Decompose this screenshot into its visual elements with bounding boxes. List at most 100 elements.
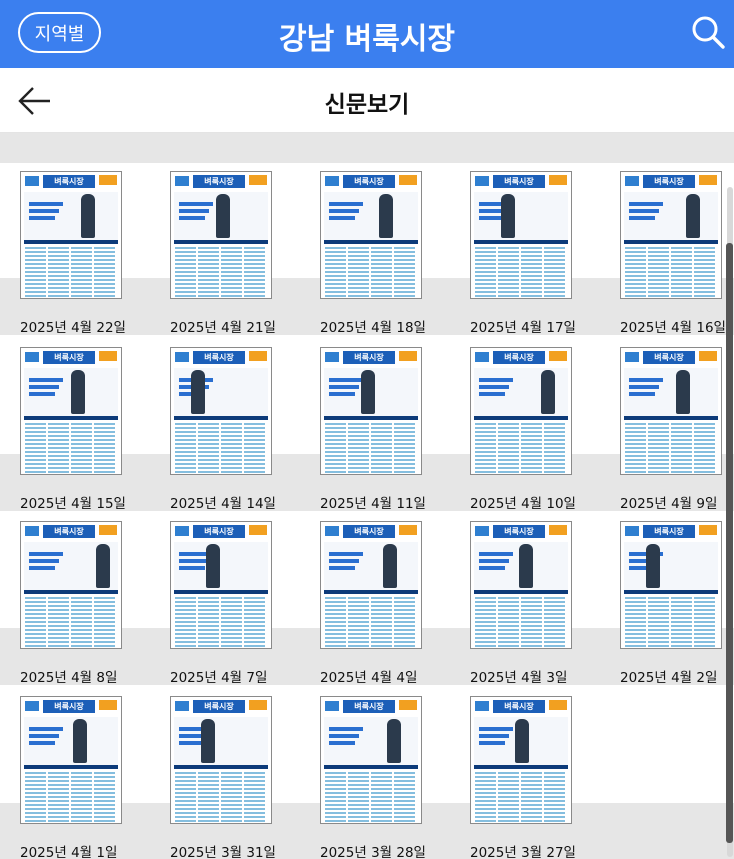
newspaper-item[interactable]: 벼룩시장 2025년 4월 16일 [600,171,734,341]
newspaper-thumbnail[interactable]: 벼룩시장 [170,696,272,824]
newspaper-thumbnail[interactable]: 벼룩시장 [20,521,122,649]
column-dividers [175,247,267,297]
thumbnail-masthead: 벼룩시장 [493,175,545,188]
newspaper-thumbnail[interactable]: 벼룩시장 [470,347,572,475]
headline-bar [329,741,355,745]
section-band [324,590,418,594]
newspaper-thumbnail[interactable]: 벼룩시장 [20,347,122,475]
scrollbar[interactable] [724,173,734,859]
newspaper-thumbnail[interactable]: 벼룩시장 [170,347,272,475]
newspaper-item[interactable]: 벼룩시장 2025년 3월 27일 [450,696,600,859]
thumbnail-masthead: 벼룩시장 [193,700,245,713]
newspaper-item[interactable]: 벼룩시장 2025년 4월 22일 [0,171,150,341]
newspaper-item[interactable]: 벼룩시장 2025년 3월 28일 [300,696,450,859]
headline-bar [29,559,59,563]
column-dividers [175,423,267,473]
headline-bar [179,216,205,220]
newspaper-thumbnail[interactable]: 벼룩시장 [620,171,722,299]
newspaper-item[interactable]: 벼룩시장 2025년 4월 17일 [450,171,600,341]
column-dividers [325,597,417,647]
page-title: 신문보기 [324,92,410,118]
newspaper-item[interactable]: 벼룩시장 2025년 4월 14일 [150,347,300,517]
date-badge [249,525,267,535]
date-badge [699,351,717,361]
newspaper-date-label: 2025년 3월 28일 [320,845,426,859]
newspaper-item[interactable]: 벼룩시장 2025년 4월 10일 [450,347,600,517]
headline-bar [629,202,663,206]
section-band [324,416,418,420]
person-figure [81,194,95,238]
newspaper-date-label: 2025년 4월 10일 [470,496,576,512]
date-badge [249,351,267,361]
section-band [24,765,118,769]
newspaper-item[interactable]: 벼룩시장 2025년 4월 18일 [300,171,450,341]
person-figure [71,370,85,414]
section-band [174,416,268,420]
section-band [624,590,718,594]
column-dividers [325,247,417,297]
newspaper-item[interactable]: 벼룩시장 2025년 4월 3일 [450,521,600,691]
headline-bar [179,209,209,213]
logo-mark [475,352,489,362]
headline-bar [29,392,55,396]
logo-mark [625,176,639,186]
newspaper-thumbnail[interactable]: 벼룩시장 [320,521,422,649]
newspaper-thumbnail[interactable]: 벼룩시장 [320,696,422,824]
headline-bar [29,209,59,213]
newspaper-thumbnail[interactable]: 벼룩시장 [470,696,572,824]
headline-bar [479,727,513,731]
headline-bar [329,216,355,220]
newspaper-date-label: 2025년 4월 9일 [620,496,718,512]
thumbnail-masthead: 벼룩시장 [343,351,395,364]
headline-bar [329,552,363,556]
newspaper-grid: 벼룩시장 2025년 4월 22일 벼룩시장 2025년 4월 21일 벼룩시장 2025… [0,133,734,859]
date-badge [399,351,417,361]
section-band [174,590,268,594]
newspaper-item[interactable]: 벼룩시장 2025년 3월 31일 [150,696,300,859]
newspaper-item[interactable]: 벼룩시장 2025년 4월 1일 [0,696,150,859]
newspaper-thumbnail[interactable]: 벼룩시장 [170,171,272,299]
newspaper-thumbnail[interactable]: 벼룩시장 [20,171,122,299]
headline-bar [479,734,509,738]
newspaper-item[interactable]: 벼룩시장 2025년 4월 15일 [0,347,150,517]
newspaper-item[interactable]: 벼룩시장 2025년 4월 2일 [600,521,734,691]
newspaper-item[interactable]: 벼룩시장 2025년 4월 11일 [300,347,450,517]
newspaper-item[interactable]: 벼룩시장 2025년 4월 7일 [150,521,300,691]
search-icon[interactable] [690,14,726,50]
newspaper-item[interactable]: 벼룩시장 2025년 4월 21일 [150,171,300,341]
newspaper-thumbnail[interactable]: 벼룩시장 [470,521,572,649]
logo-mark [175,176,189,186]
newspaper-item[interactable]: 벼룩시장 2025년 4월 8일 [0,521,150,691]
grid-top-strip [0,133,734,163]
headline-bar [29,566,55,570]
headline-bar [329,378,363,382]
newspaper-thumbnail[interactable]: 벼룩시장 [320,347,422,475]
newspaper-item[interactable]: 벼룩시장 2025년 4월 4일 [300,521,450,691]
logo-mark [475,176,489,186]
thumbnail-masthead: 벼룩시장 [643,175,695,188]
column-dividers [625,247,717,297]
person-figure [206,544,220,588]
newspaper-date-label: 2025년 4월 14일 [170,496,276,512]
section-band [174,765,268,769]
newspaper-thumbnail[interactable]: 벼룩시장 [170,521,272,649]
headline-bar [329,392,355,396]
newspaper-thumbnail[interactable]: 벼룩시장 [470,171,572,299]
date-badge [549,525,567,535]
headline-bar [29,741,55,745]
newspaper-date-label: 2025년 4월 1일 [20,845,118,859]
newspaper-thumbnail[interactable]: 벼룩시장 [620,347,722,475]
column-dividers [325,423,417,473]
date-badge [99,175,117,185]
person-figure [96,544,110,588]
newspaper-date-label: 2025년 3월 31일 [170,845,276,859]
headline-bar [479,552,513,556]
date-badge [549,175,567,185]
newspaper-thumbnail[interactable]: 벼룩시장 [320,171,422,299]
thumbnail-masthead: 벼룩시장 [493,700,545,713]
newspaper-thumbnail[interactable]: 벼룩시장 [20,696,122,824]
column-dividers [625,423,717,473]
scrollbar-thumb[interactable] [726,243,733,843]
newspaper-thumbnail[interactable]: 벼룩시장 [620,521,722,649]
newspaper-item[interactable]: 벼룩시장 2025년 4월 9일 [600,347,734,517]
